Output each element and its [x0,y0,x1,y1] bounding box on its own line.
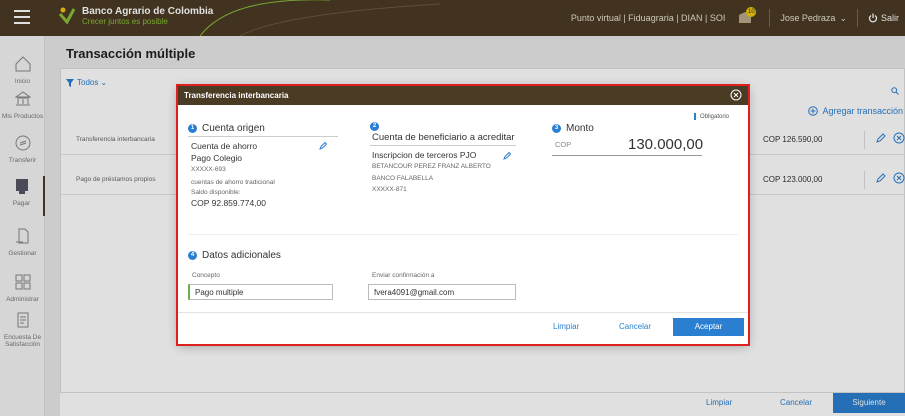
concept-label: Concepto [192,272,220,279]
modal-clear-button[interactable]: Limpiar [553,322,579,331]
amount-value: 130.000,00 [628,136,704,153]
amount-currency: COP [555,140,572,149]
origin-account-title: 1 Cuenta origen [188,123,265,134]
accept-button[interactable]: Aceptar [673,318,744,336]
origin-account-name: Pago Colegio [191,153,243,163]
edit-origin-icon[interactable] [319,141,328,150]
amount-title: 3 Monto [552,123,594,134]
concept-input[interactable]: Pago multiple [188,284,333,300]
modal-title: Transferencia interbancaria [184,91,289,100]
origin-balance-value: COP 92.859.774,00 [191,198,266,208]
transfer-modal: Transferencia interbancaria Obligatorio … [176,84,750,346]
beneficiary-inscription: Inscripcion de terceros PJO [372,150,477,160]
step-number: 2 [370,122,379,131]
beneficiary-account-number: XXXXX-871 [372,186,407,193]
origin-balance-label: Saldo disponible: [191,189,241,196]
email-label: Enviar confirmación a [372,272,435,279]
required-legend: Obligatorio [694,113,729,120]
origin-account-number: XXXXX-693 [191,166,226,173]
modal-cancel-button[interactable]: Cancelar [619,322,651,331]
close-icon[interactable] [730,89,742,101]
origin-account-type: Cuenta de ahorro [191,141,258,151]
additional-data-title: 4 Datos adicionales [188,250,281,261]
beneficiary-title: Cuenta de beneficiario a acreditar [372,132,515,143]
amount-input[interactable]: COP 130.000,00 [552,136,704,156]
beneficiary-name: BETANCOUR PEREZ FRANZ ALBERTO [372,163,491,170]
modal-header: Transferencia interbancaria [178,86,748,105]
edit-beneficiary-icon[interactable] [503,151,512,160]
email-input[interactable]: fvera4091@gmail.com [368,284,516,300]
origin-account-desc: cuentas de ahorro tradicional [191,179,275,186]
beneficiary-bank: BANCO FALABELLA [372,175,434,182]
